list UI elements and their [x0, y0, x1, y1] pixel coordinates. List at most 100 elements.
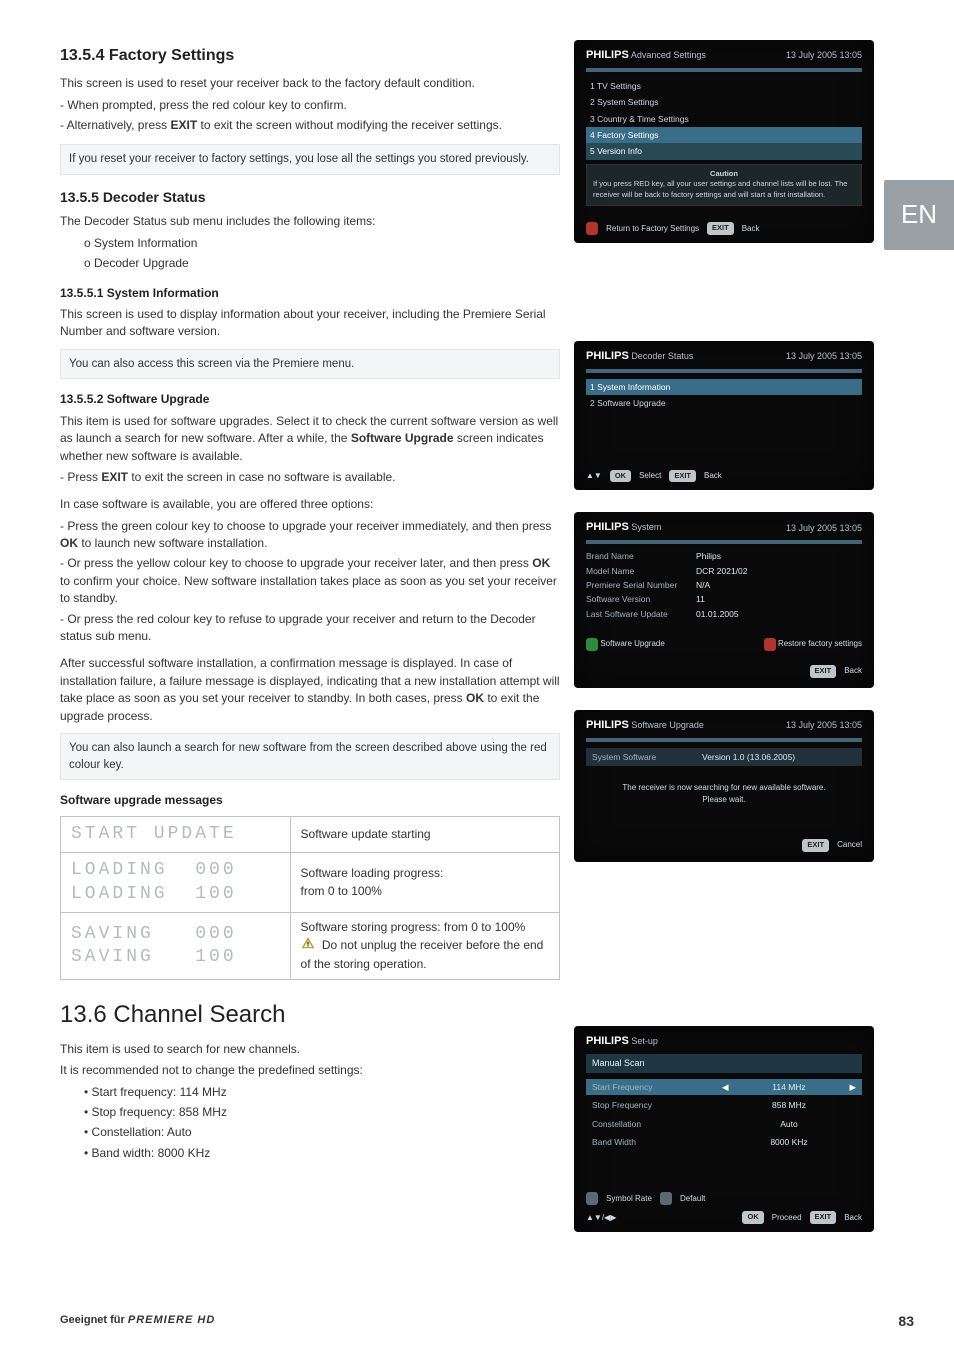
- text: It is recommended not to change the pred…: [60, 1062, 560, 1079]
- ok-key-icon: OK: [742, 1211, 763, 1224]
- seven-seg-display: SAVING 000: [71, 923, 280, 946]
- tv-kv-row: Stop Frequency858 MHz: [586, 1097, 862, 1113]
- note-box: You can also access this screen via the …: [60, 349, 560, 380]
- ok-key-icon: OK: [610, 470, 631, 483]
- heading-msgs: Software upgrade messages: [60, 792, 560, 809]
- tv-screenshot-system-info: PHILIPS System 13 July 2005 13:05 Brand …: [574, 512, 874, 687]
- tv-foot-label: Software Upgrade: [600, 639, 664, 648]
- exit-key-icon: EXIT: [810, 1211, 837, 1224]
- page-number: 83: [898, 1311, 914, 1331]
- bullet: - When prompted, press the red colour ke…: [60, 97, 560, 114]
- msg-desc: Software loading progress: from 0 to 100…: [290, 853, 559, 913]
- right-arrow-icon: ▶: [849, 1081, 856, 1093]
- exit-key-icon: EXIT: [802, 839, 829, 852]
- tv-datetime: 13 July 2005 13:05: [786, 350, 862, 363]
- tv-foot-label: Return to Factory Settings: [606, 223, 699, 235]
- tv-kv-value: Philips: [696, 550, 721, 562]
- text: In case software is available, you are o…: [60, 496, 560, 513]
- text: After successful software installation, …: [60, 655, 560, 725]
- tv-menu-item: 2 System Settings: [586, 94, 862, 110]
- tv-kv-key: Software Version: [586, 593, 696, 605]
- exit-key-icon: EXIT: [707, 222, 734, 235]
- tv-foot-label: Back: [844, 665, 862, 678]
- tv-caution-box: Caution If you press RED key, all your u…: [586, 164, 862, 207]
- heading-1354: 13.5.4 Factory Settings: [60, 44, 560, 67]
- tv-menu-item: 5 Version Info: [586, 143, 862, 159]
- bullet: - Or press the red colour key to refuse …: [60, 611, 560, 646]
- seven-seg-display: SAVING 100: [71, 946, 280, 969]
- table-row: LOADING 000 LOADING 100 Software loading…: [61, 853, 560, 913]
- seven-seg-display: START UPDATE: [71, 823, 280, 846]
- tv-kv-row: Band Width8000 KHz: [586, 1134, 862, 1150]
- tv-kv-key: Model Name: [586, 565, 696, 577]
- seven-seg-display: LOADING 100: [71, 883, 280, 906]
- exit-key-icon: EXIT: [669, 470, 696, 483]
- tv-foot-label: Restore factory settings: [778, 639, 862, 648]
- page-footer: Geeignet für PREMIERE HD 83: [60, 1311, 914, 1331]
- tv-kv-row-selected: Start Frequency◀114 MHz▶: [586, 1079, 862, 1095]
- tv-screen-title: Decoder Status: [631, 351, 693, 361]
- subitem: o Decoder Upgrade: [84, 255, 560, 272]
- grey-key-icon: [586, 1192, 598, 1205]
- language-tab: EN: [884, 180, 954, 250]
- tv-menu-item: 1 TV Settings: [586, 78, 862, 94]
- tv-foot-label: Cancel: [837, 839, 862, 852]
- bullet: - Alternatively, press EXIT to exit the …: [60, 117, 560, 134]
- tv-kv-value: DCR 2021/02: [696, 565, 748, 577]
- tv-kv-row: Last Software Update01.01.2005: [586, 608, 862, 620]
- heading-1355: 13.5.5 Decoder Status: [60, 187, 560, 207]
- tv-kv-row: ConstellationAuto: [586, 1116, 862, 1132]
- nav-arrows-icon: ▲▼/◀▶: [586, 1212, 616, 1224]
- heading-136: 13.6 Channel Search: [60, 998, 560, 1033]
- tv-menu-item-selected: 1 System Information: [586, 379, 862, 395]
- bullet: • Band width: 8000 KHz: [84, 1145, 560, 1162]
- text: The Decoder Status sub menu includes the…: [60, 213, 560, 230]
- tv-kv-key: Last Software Update: [586, 608, 696, 620]
- bullet: • Constellation: Auto: [84, 1124, 560, 1141]
- subitem: o System Information: [84, 235, 560, 252]
- footer-brand: PREMIERE HD: [128, 1314, 215, 1326]
- tv-kv-key: Premiere Serial Number: [586, 579, 696, 591]
- manual-text-column: 13.5.4 Factory Settings This screen is u…: [60, 40, 560, 1232]
- upgrade-messages-table: START UPDATE Software update starting LO…: [60, 816, 560, 980]
- tv-screenshots-column: PHILIPS Advanced Settings 13 July 2005 1…: [574, 40, 874, 1232]
- red-key-icon: [586, 222, 598, 235]
- note-box: You can also launch a search for new sof…: [60, 733, 560, 780]
- tv-screen-title: Advanced Settings: [631, 50, 706, 60]
- tv-menu-item-selected: 4 Factory Settings: [586, 127, 862, 143]
- tv-screen-title: System: [631, 522, 661, 532]
- bullet: - Press EXIT to exit the screen in case …: [60, 469, 560, 486]
- tv-brand: PHILIPS: [586, 719, 629, 731]
- tv-kv-row: Brand NamePhilips: [586, 550, 862, 562]
- tv-screenshot-manual-scan: PHILIPS Set-up Manual Scan Start Frequen…: [574, 1026, 874, 1232]
- tv-foot-label: Select: [639, 470, 661, 482]
- text: This screen is used to reset your receiv…: [60, 75, 560, 92]
- tv-datetime: 13 July 2005 13:05: [786, 49, 862, 62]
- tv-datetime: 13 July 2005 13:05: [786, 719, 862, 732]
- table-row: START UPDATE Software update starting: [61, 816, 560, 852]
- bullet: • Start frequency: 114 MHz: [84, 1084, 560, 1101]
- tv-kv-value: 8000 KHz: [722, 1136, 856, 1148]
- bullet: - Or press the yellow colour key to choo…: [60, 555, 560, 607]
- tv-menu-item: 3 Country & Time Settings: [586, 111, 862, 127]
- tv-screen-title: Set-up: [631, 1036, 658, 1046]
- tv-brand: PHILIPS: [586, 521, 629, 533]
- tv-subtitle: Manual Scan: [586, 1054, 862, 1073]
- nav-arrows-icon: ▲▼: [586, 470, 602, 482]
- bullet: - Press the green colour key to choose t…: [60, 518, 560, 553]
- red-key-icon: [764, 638, 776, 651]
- green-key-icon: [586, 638, 598, 651]
- heading-13551: 13.5.5.1 System Information: [60, 285, 560, 302]
- tv-brand: PHILIPS: [586, 49, 629, 61]
- tv-kv-key: Brand Name: [586, 550, 696, 562]
- note-box: If you reset your receiver to factory se…: [60, 144, 560, 175]
- left-arrow-icon: ◀: [722, 1081, 729, 1093]
- warning-icon: [301, 936, 315, 955]
- tv-kv-value: Version 1.0 (13.06.2005): [702, 751, 795, 763]
- text: This item is used for software upgrades.…: [60, 413, 560, 465]
- tv-foot-label: Symbol Rate: [606, 1193, 652, 1205]
- tv-foot-label: Back: [742, 223, 760, 235]
- bullet: • Stop frequency: 858 MHz: [84, 1104, 560, 1121]
- tv-kv-value: Auto: [722, 1118, 856, 1130]
- tv-foot-label: Back: [844, 1212, 862, 1224]
